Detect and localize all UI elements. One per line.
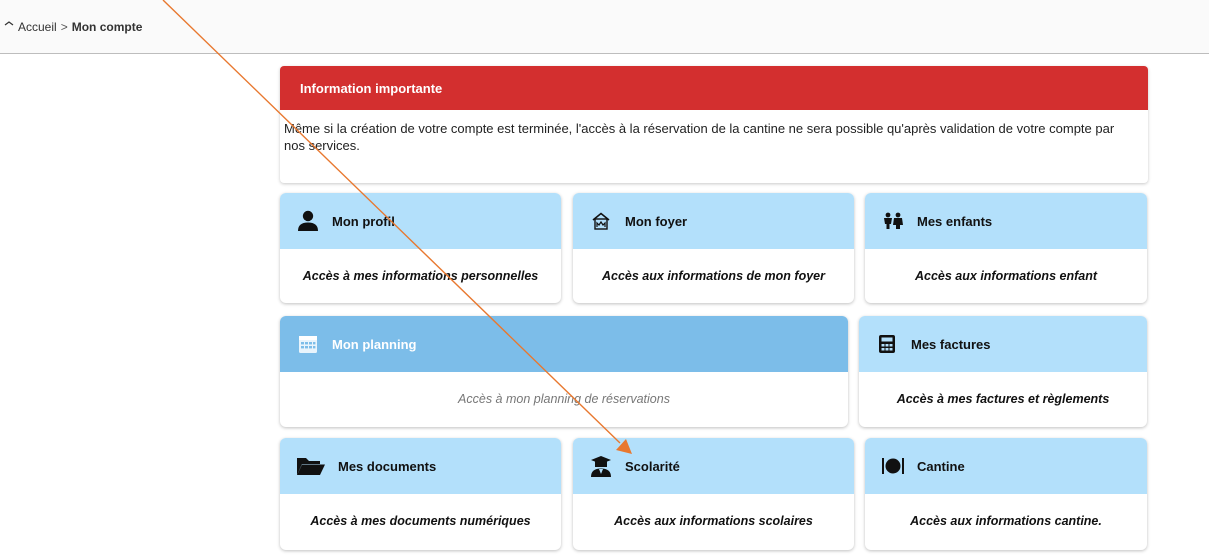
breadcrumb: Accueil > Mon compte <box>4 20 142 34</box>
children-icon <box>879 209 907 233</box>
card-header: Mes factures <box>859 316 1147 372</box>
folder-icon <box>294 454 328 478</box>
card-mon-foyer[interactable]: Mon foyer Accès aux informations de mon … <box>573 193 854 303</box>
card-title: Cantine <box>917 458 965 474</box>
card-mes-factures[interactable]: Mes factures Accès à mes factures et règ… <box>859 316 1147 427</box>
home-icon <box>587 209 615 233</box>
card-description: Accès aux informations cantine. <box>910 514 1102 528</box>
card-description: Accès à mon planning de réservations <box>458 392 670 406</box>
home-crumb-icon[interactable] <box>4 21 14 33</box>
card-description: Accès aux informations scolaires <box>614 514 813 528</box>
card-description: Accès à mes documents numériques <box>310 514 531 528</box>
plate-icon <box>879 454 907 478</box>
card-mon-profil[interactable]: Mon profil Accès à mes informations pers… <box>280 193 561 303</box>
card-title: Mon foyer <box>625 213 688 229</box>
card-mes-documents[interactable]: Mes documents Accès à mes documents numé… <box>280 438 561 550</box>
card-title: Scolarité <box>625 458 680 474</box>
card-title: Mon profil <box>332 213 395 229</box>
card-mes-enfants[interactable]: Mes enfants Accès aux informations enfan… <box>865 193 1147 303</box>
card-header: Mon foyer <box>573 193 854 249</box>
card-cantine[interactable]: Cantine Accès aux informations cantine. <box>865 438 1147 550</box>
calculator-icon <box>873 332 901 356</box>
card-description: Accès à mes factures et règlements <box>896 392 1110 406</box>
info-panel-title: Information importante <box>280 66 1148 110</box>
card-title: Mes factures <box>911 336 991 352</box>
card-scolarite[interactable]: Scolarité Accès aux informations scolair… <box>573 438 854 550</box>
calendar-icon <box>294 332 322 356</box>
breadcrumb-home-link[interactable]: Accueil <box>18 20 57 34</box>
card-header: Mes enfants <box>865 193 1147 249</box>
card-mon-planning[interactable]: Mon planning Accès à mon planning de rés… <box>280 316 848 427</box>
card-description: Accès à mes informations personnelles <box>302 269 539 283</box>
user-icon <box>294 209 322 233</box>
card-title: Mes enfants <box>917 213 993 229</box>
card-header: Mon planning <box>280 316 848 372</box>
top-bar: Accueil > Mon compte <box>0 0 1209 54</box>
card-description: Accès aux informations enfant <box>915 269 1097 283</box>
card-header: Cantine <box>865 438 1147 494</box>
card-title: Mes documents <box>338 458 437 474</box>
card-title: Mon planning <box>332 336 417 352</box>
card-header: Mes documents <box>280 438 561 494</box>
important-info-panel: Information importante Même si la créati… <box>280 66 1148 183</box>
card-header: Scolarité <box>573 438 854 494</box>
card-description: Accès aux informations de mon foyer <box>602 269 825 283</box>
graduate-icon <box>587 454 615 478</box>
info-panel-text: Même si la création de votre compte est … <box>284 121 1115 153</box>
breadcrumb-current: Mon compte <box>71 20 143 34</box>
card-header: Mon profil <box>280 193 561 249</box>
breadcrumb-separator: > <box>60 20 68 34</box>
